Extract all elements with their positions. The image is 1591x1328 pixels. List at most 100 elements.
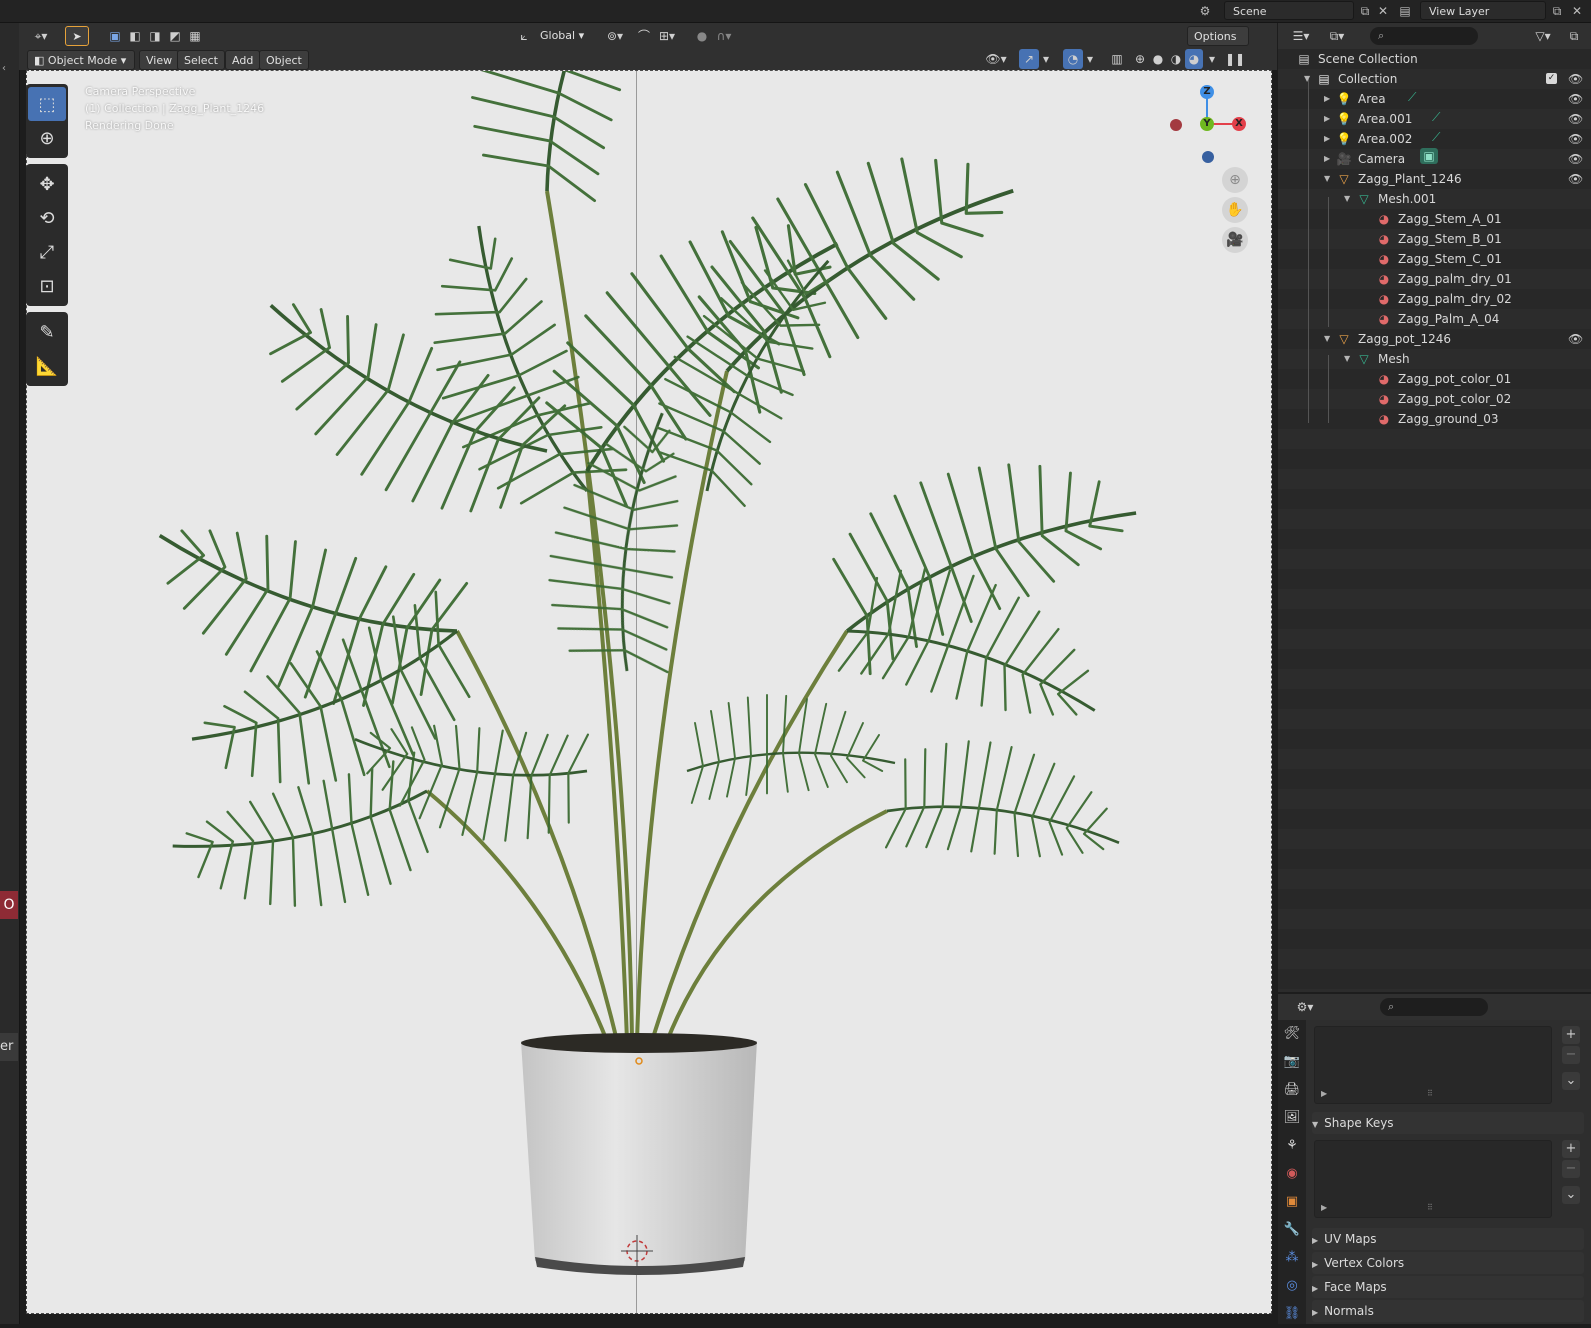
pan-view-icon[interactable]: ✋ bbox=[1222, 197, 1248, 223]
properties-search-input[interactable]: ⌕ bbox=[1380, 998, 1488, 1016]
output-icon[interactable]: 🖨 bbox=[1278, 1076, 1306, 1104]
outliner-row[interactable]: ◕ Zagg_pot_color_01 bbox=[1278, 369, 1591, 389]
area002-light-data-icon[interactable]: ⟋ bbox=[1432, 130, 1440, 145]
display-mode-icon[interactable]: ⧉▾ bbox=[1322, 26, 1352, 46]
expanded-arrow-icon[interactable]: ▼ bbox=[1324, 169, 1334, 189]
outliner-row[interactable]: ▼ ▤ Collection 👁 bbox=[1278, 69, 1591, 89]
zoom-view-icon[interactable]: ⊕ bbox=[1222, 167, 1248, 193]
view-layer-icon[interactable]: 🖼 bbox=[1278, 1104, 1306, 1132]
particles-icon[interactable]: ⁂ bbox=[1278, 1244, 1306, 1272]
camera-data-icon[interactable]: ▣ bbox=[1420, 148, 1438, 164]
transform-icon[interactable]: ⊡ bbox=[28, 269, 66, 303]
object-icon[interactable]: ▣ bbox=[1278, 1188, 1306, 1216]
add-shape-key-button[interactable]: + bbox=[1562, 1140, 1580, 1158]
move-icon[interactable]: ✥ bbox=[28, 167, 66, 201]
material-icon[interactable]: ◕ bbox=[1376, 309, 1392, 329]
vertex-group-menu-icon[interactable]: ⌄ bbox=[1562, 1072, 1580, 1090]
outliner-row[interactable]: ▶ 💡 Area 👁 bbox=[1278, 89, 1591, 109]
left-edge-fragment-b[interactable]: er bbox=[0, 1033, 18, 1061]
rotate-icon[interactable]: ⟲ bbox=[28, 201, 66, 235]
camera-view-icon[interactable]: 🎥 bbox=[1222, 227, 1248, 253]
collapsed-arrow-icon[interactable]: ▶ bbox=[1324, 129, 1334, 149]
collapse-arrow-icon[interactable]: ‹ bbox=[2, 63, 6, 74]
area001-light-data-icon[interactable]: ⟋ bbox=[1432, 110, 1440, 125]
xray-toggle-icon[interactable]: ▥ bbox=[1107, 49, 1127, 69]
collection-icon[interactable]: ▤ bbox=[1316, 69, 1332, 89]
visibility-eye-icon[interactable]: 👁 bbox=[1568, 169, 1583, 189]
list-resize-handle[interactable]: ⠿ bbox=[1427, 1089, 1433, 1098]
panel-normals[interactable]: ▶ Normals bbox=[1312, 1300, 1584, 1322]
subtract-selection-icon[interactable]: ◨ bbox=[145, 26, 165, 46]
new-collection-icon[interactable]: ⧉ bbox=[1564, 26, 1584, 46]
scale-icon[interactable]: ⤢ bbox=[28, 235, 66, 269]
panel-face-maps[interactable]: ▶ Face Maps bbox=[1312, 1276, 1584, 1298]
wireframe-shading-icon[interactable]: ⊕ bbox=[1131, 49, 1149, 69]
collapsed-arrow-icon[interactable]: ▶ bbox=[1324, 109, 1334, 129]
collection-exclude-checkbox[interactable]: ✓ bbox=[1546, 73, 1557, 84]
material-icon[interactable]: ◕ bbox=[1376, 409, 1392, 429]
light-icon[interactable]: 💡 bbox=[1336, 129, 1352, 149]
expanded-arrow-icon[interactable]: ▼ bbox=[1304, 69, 1314, 89]
outliner-search-input[interactable]: ⌕ bbox=[1370, 27, 1478, 45]
visibility-eye-icon[interactable]: 👁 bbox=[1568, 109, 1583, 129]
gizmo-x-axis[interactable]: X bbox=[1232, 117, 1246, 131]
material-icon[interactable]: ◕ bbox=[1376, 249, 1392, 269]
outliner-row[interactable]: ▼ ▽ Mesh bbox=[1278, 349, 1591, 369]
expanded-arrow-icon[interactable]: ▼ bbox=[1324, 329, 1334, 349]
proportional-edit-icon[interactable]: ● bbox=[693, 26, 711, 46]
remove-vertex-group-button[interactable]: − bbox=[1562, 1046, 1580, 1064]
expanded-arrow-icon[interactable]: ▼ bbox=[1344, 189, 1354, 209]
pause-render-icon[interactable]: ❚❚ bbox=[1225, 49, 1245, 69]
material-icon[interactable]: ◕ bbox=[1376, 209, 1392, 229]
select-mode-icon[interactable]: ➤ bbox=[65, 26, 89, 46]
visibility-eye-icon[interactable]: 👁 bbox=[1568, 329, 1583, 349]
panel-shape-keys[interactable]: ▼ Shape Keys bbox=[1312, 1112, 1584, 1134]
outliner-row[interactable]: ◕ Zagg_ground_03 bbox=[1278, 409, 1591, 429]
pivot-point-icon[interactable]: ⊚▾ bbox=[601, 26, 629, 46]
navigation-gizmo[interactable]: Z Y X bbox=[1167, 79, 1267, 179]
menu-add[interactable]: Add bbox=[225, 50, 261, 70]
3d-viewport[interactable]: Camera Perspective (1) Collection | Zagg… bbox=[26, 70, 1272, 1314]
material-icon[interactable]: ◕ bbox=[1376, 389, 1392, 409]
snap-toggle-icon[interactable]: ⌒ bbox=[635, 26, 653, 46]
material-icon[interactable]: ◕ bbox=[1376, 369, 1392, 389]
gizmo-neg-x-axis[interactable] bbox=[1170, 119, 1182, 131]
menu-select[interactable]: Select bbox=[177, 50, 225, 70]
render-icon[interactable]: 📷 bbox=[1278, 1048, 1306, 1076]
material-icon[interactable]: ◕ bbox=[1376, 289, 1392, 309]
left-edge-fragment-a[interactable]: O bbox=[0, 891, 18, 919]
visibility-selector-icon[interactable]: 👁▾ bbox=[981, 49, 1011, 69]
cursor-icon[interactable]: ⊕ bbox=[28, 121, 66, 155]
mesh-object-icon[interactable]: ▽ bbox=[1336, 169, 1352, 189]
gizmo-neg-z-axis[interactable] bbox=[1202, 151, 1214, 163]
outliner-editor-type-icon[interactable]: ☰▾ bbox=[1286, 26, 1316, 46]
scene-field[interactable]: Scene bbox=[1224, 1, 1354, 20]
invert-selection-icon[interactable]: ◩ bbox=[165, 26, 185, 46]
add-vertex-group-button[interactable]: + bbox=[1562, 1026, 1580, 1044]
list-expand-icon[interactable]: ▶ bbox=[1321, 1203, 1327, 1212]
light-icon[interactable]: 💡 bbox=[1336, 89, 1352, 109]
outliner-row[interactable]: ◕ Zagg_Stem_A_01 bbox=[1278, 209, 1591, 229]
outliner-row[interactable]: ▼ ▽ Zagg_pot_1246 👁 bbox=[1278, 329, 1591, 349]
area-light-data-icon[interactable]: ⟋ bbox=[1408, 90, 1416, 105]
view-layer-selector-icon[interactable]: ▤ bbox=[1396, 2, 1414, 20]
collapsed-arrow-icon[interactable]: ▶ bbox=[1324, 89, 1334, 109]
delete-scene-icon[interactable]: ✕ bbox=[1374, 2, 1392, 20]
expanded-arrow-icon[interactable]: ▼ bbox=[1344, 349, 1354, 369]
view-layer-field[interactable]: View Layer bbox=[1420, 1, 1546, 20]
gizmo-y-axis[interactable]: Y bbox=[1200, 117, 1214, 131]
mesh-data-icon[interactable]: ▽ bbox=[1356, 349, 1372, 369]
mesh-object-icon[interactable]: ▽ bbox=[1336, 329, 1352, 349]
overlay-dropdown-icon[interactable]: ▾ bbox=[1083, 49, 1097, 69]
remove-shape-key-button[interactable]: − bbox=[1562, 1160, 1580, 1178]
light-icon[interactable]: 💡 bbox=[1336, 109, 1352, 129]
outliner-row[interactable]: ◕ Zagg_palm_dry_02 bbox=[1278, 289, 1591, 309]
filter-icon[interactable]: ▽▾ bbox=[1528, 26, 1558, 46]
material-icon[interactable]: ◕ bbox=[1376, 269, 1392, 289]
outliner-row[interactable]: ◕ Zagg_Palm_A_04 bbox=[1278, 309, 1591, 329]
measure-icon[interactable]: 📐 bbox=[28, 349, 66, 383]
menu-object[interactable]: Object bbox=[259, 50, 309, 70]
new-selection-icon[interactable]: ▣ bbox=[105, 26, 125, 46]
scene-collection-icon[interactable]: ▤ bbox=[1296, 49, 1312, 69]
select-box-icon[interactable]: ⬚ bbox=[28, 87, 66, 121]
